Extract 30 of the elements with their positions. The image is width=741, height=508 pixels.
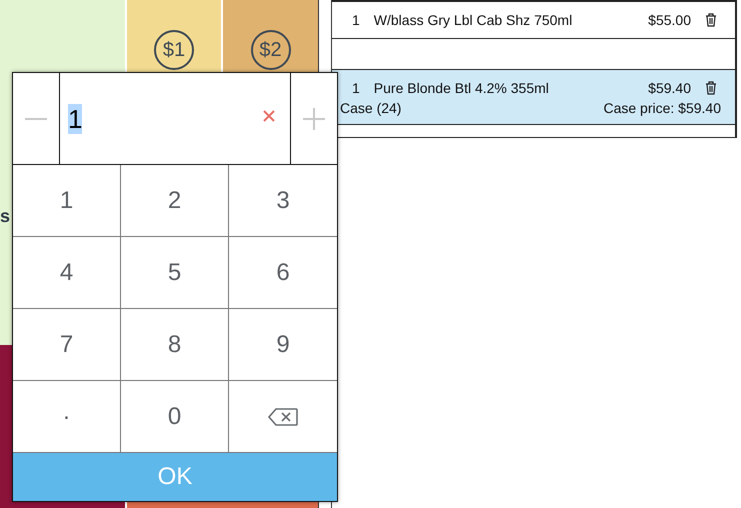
price-text: $59.40 (648, 80, 691, 96)
price-text: $55.00 (648, 12, 691, 28)
keypad-key[interactable]: 3 (229, 165, 337, 237)
keypad-key[interactable]: 0 (121, 381, 229, 453)
keypad-key[interactable]: 1 (13, 165, 121, 237)
item-name: W/blass Gry Lbl Cab Shz 750ml (374, 12, 574, 28)
keypad-key[interactable]: 2 (121, 165, 229, 237)
keypad-key[interactable]: 5 (121, 237, 229, 309)
pack-price-text: Case price: $59.40 (603, 100, 721, 116)
decimal-key[interactable]: . (13, 381, 121, 453)
quantity-text: 1 (352, 80, 360, 96)
trash-icon[interactable] (705, 81, 717, 95)
order-line[interactable]: 1 W/blass Gry Lbl Cab Shz 750ml $55.00 (332, 2, 735, 39)
keypad-key[interactable]: 7 (13, 309, 121, 381)
tile-label: s (0, 206, 10, 227)
quantity-text: 1 (352, 12, 360, 28)
trash-icon[interactable] (705, 13, 717, 27)
clear-icon[interactable] (262, 109, 276, 123)
coin-label: $1 (154, 30, 194, 70)
backspace-icon (267, 406, 299, 426)
pack-size-text: Case (24) (340, 100, 402, 116)
keypad-key[interactable]: 9 (229, 309, 337, 381)
keypad-key[interactable]: 6 (229, 237, 337, 309)
minus-icon (25, 118, 47, 120)
keypad-key[interactable]: 4 (13, 237, 121, 309)
coin-label: $2 (250, 30, 290, 70)
backspace-button[interactable] (229, 381, 337, 453)
keypad-key[interactable]: 8 (121, 309, 229, 381)
plus-icon (303, 108, 325, 130)
item-name: Pure Blonde Btl 4.2% 355ml (374, 80, 550, 96)
